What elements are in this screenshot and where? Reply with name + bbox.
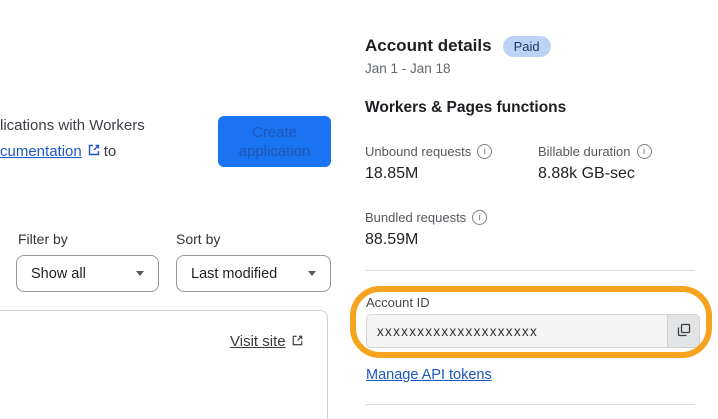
info-icon[interactable]: i	[477, 144, 493, 159]
functions-section-title: Workers & Pages functions	[365, 99, 567, 116]
create-application-button[interactable]: Create application	[218, 116, 331, 167]
account-id-input[interactable]	[366, 314, 667, 348]
metric-billable-duration: Billable duration i 8.88k GB-sec	[538, 144, 652, 183]
project-card	[0, 310, 328, 419]
external-link-icon	[291, 334, 304, 351]
metric-label: Unbound requests i	[365, 144, 493, 159]
date-range: Jan 1 - Jan 18	[365, 61, 451, 76]
divider	[365, 404, 695, 405]
info-icon[interactable]: i	[636, 144, 652, 159]
intro-fragment: lications with Workers	[0, 117, 145, 134]
plan-status-badge: Paid	[502, 35, 551, 57]
page-title: Account details	[365, 36, 492, 55]
info-icon[interactable]: i	[472, 210, 488, 225]
workers-pages-dashboard: lications with Workers cumentation to Cre…	[0, 0, 718, 419]
intro-text-line2: cumentation to	[0, 143, 116, 161]
copy-button[interactable]	[667, 314, 700, 348]
chevron-down-icon	[136, 271, 144, 276]
metric-label: Bundled requests i	[365, 210, 488, 225]
metric-value: 18.85M	[365, 165, 419, 182]
metric-value: 8.88k GB-sec	[538, 165, 635, 182]
visit-site-link[interactable]: Visit site	[230, 333, 307, 351]
metric-label: Billable duration i	[538, 144, 652, 159]
metric-bundled-requests: Bundled requests i 88.59M	[365, 210, 488, 249]
sort-dropdown[interactable]: Last modified	[176, 255, 331, 292]
account-details-header: Account details Paid	[365, 33, 551, 59]
filter-dropdown-value: Show all	[31, 265, 86, 282]
intro-after-link: to	[103, 143, 117, 160]
documentation-link[interactable]: cumentation	[0, 143, 82, 160]
account-id-label: Account ID	[366, 295, 430, 310]
filter-by-label: Filter by	[18, 231, 68, 247]
divider	[365, 270, 695, 271]
account-id-field-group	[366, 314, 700, 348]
filter-dropdown[interactable]: Show all	[16, 255, 159, 292]
metric-value: 88.59M	[365, 231, 419, 248]
external-link-icon	[87, 143, 101, 161]
intro-text-line1: lications with Workers	[0, 117, 145, 134]
chevron-down-icon	[308, 271, 316, 276]
manage-api-tokens-link[interactable]: Manage API tokens	[366, 367, 492, 383]
sort-by-label: Sort by	[176, 231, 221, 247]
sort-dropdown-value: Last modified	[191, 265, 278, 282]
metric-unbound-requests: Unbound requests i 18.85M	[365, 144, 493, 183]
copy-icon	[676, 322, 692, 341]
